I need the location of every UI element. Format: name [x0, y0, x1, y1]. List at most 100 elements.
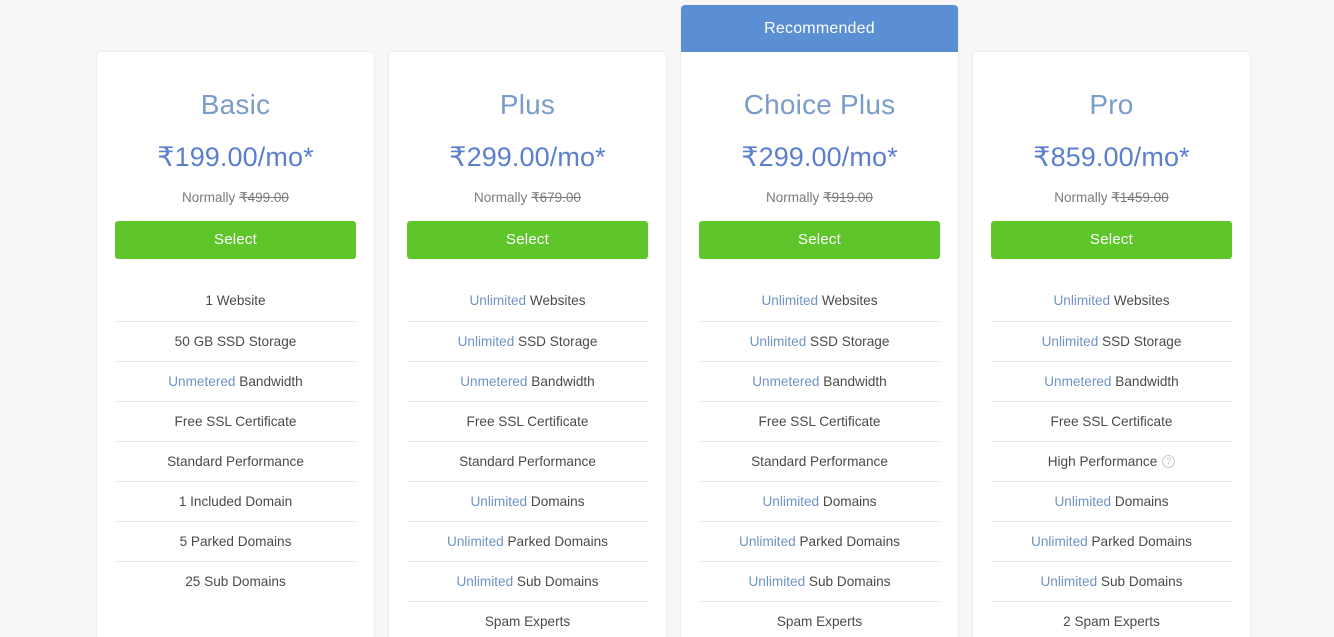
feature-highlight: Unlimited: [469, 292, 527, 308]
feature-label: Parked Domains: [795, 533, 900, 549]
feature-label: 5 Parked Domains: [179, 533, 292, 549]
plan-card: Basic ₹199.00/mo* Normally ₹499.00 Select 1 …: [97, 52, 374, 637]
feature-label: Free SSL Certificate: [1050, 413, 1173, 429]
normally-label: Normally: [1054, 190, 1108, 206]
feature-row: 1 Website: [115, 281, 356, 321]
feature-label: SSD Storage: [1098, 333, 1182, 349]
feature-row: 5 Parked Domains: [115, 520, 356, 561]
feature-label: Bandwidth: [235, 373, 303, 389]
original-price: ₹919.00: [823, 190, 873, 206]
feature-row: Unlimited Websites: [991, 281, 1232, 321]
feature-row: Unmetered Bandwidth: [699, 360, 940, 401]
feature-row: Unlimited Parked Domains: [699, 520, 940, 561]
feature-label: Sub Domains: [805, 573, 891, 589]
select-button[interactable]: Select: [407, 220, 648, 259]
feature-row: Unmetered Bandwidth: [407, 360, 648, 401]
feature-label: 1 Included Domain: [178, 493, 293, 509]
feature-row: Unlimited SSD Storage: [407, 320, 648, 361]
feature-highlight: Unmetered: [460, 373, 528, 389]
feature-label: Websites: [818, 292, 878, 308]
feature-row: Standard Performance: [115, 440, 356, 481]
plan-title: Basic: [200, 89, 271, 120]
feature-label: Websites: [1110, 292, 1170, 308]
select-button[interactable]: Select: [991, 220, 1232, 259]
feature-list: Unlimited Websites Unlimited SSD Storage U…: [699, 281, 940, 637]
feature-row: Unlimited Parked Domains: [407, 520, 648, 561]
feature-label: Free SSL Certificate: [758, 413, 881, 429]
feature-highlight: Unlimited: [739, 533, 796, 549]
feature-label: Standard Performance: [459, 453, 596, 469]
feature-highlight: Unlimited: [470, 493, 528, 509]
feature-highlight: Unlimited: [761, 292, 819, 308]
plan-card: Plus ₹299.00/mo* Normally ₹679.00 Select Unl…: [389, 52, 666, 637]
feature-row: Unlimited Sub Domains: [991, 560, 1232, 601]
feature-highlight: Unlimited: [1031, 533, 1088, 549]
feature-row: 2 Spam Experts: [991, 600, 1232, 637]
feature-list: 1 Website 50 GB SSD Storage Unmetered Band…: [115, 281, 356, 601]
feature-label: Websites: [526, 292, 586, 308]
feature-highlight: Unlimited: [749, 333, 807, 349]
original-price: ₹679.00: [531, 190, 581, 206]
feature-label: High Performance: [1047, 453, 1158, 469]
normally-label: Normally: [766, 190, 820, 206]
feature-row: Unlimited Parked Domains: [991, 520, 1232, 561]
help-icon[interactable]: ?: [1162, 454, 1176, 468]
feature-row: Free SSL Certificate: [407, 400, 648, 441]
feature-row: 50 GB SSD Storage: [115, 320, 356, 361]
feature-highlight: Unlimited: [1041, 333, 1099, 349]
feature-row: Standard Performance: [407, 440, 648, 481]
feature-label: 50 GB SSD Storage: [174, 333, 297, 349]
pricing-card-pro: RecommendedPro₹859.00/mo*Normally ₹1459.…: [973, 0, 1250, 637]
feature-label: Free SSL Certificate: [174, 413, 297, 429]
plan-normally-price: Normally ₹919.00: [699, 190, 940, 206]
feature-row: High Performance?: [991, 440, 1232, 481]
pricing-card-choice-plus: Recommended Choice Plus ₹299.00/mo* Normall…: [681, 0, 958, 637]
feature-row: Free SSL Certificate: [115, 400, 356, 441]
feature-label: Parked Domains: [503, 533, 608, 549]
feature-row: Spam Experts: [407, 600, 648, 637]
feature-label: 1 Website: [205, 292, 266, 308]
normally-label: Normally: [474, 190, 528, 206]
feature-label: 25 Sub Domains: [185, 573, 286, 589]
feature-highlight: Unlimited: [456, 573, 514, 589]
feature-label: Sub Domains: [513, 573, 599, 589]
feature-row: Unlimited Sub Domains: [699, 560, 940, 601]
original-price: ₹1459.00: [1111, 190, 1169, 206]
feature-label: SSD Storage: [806, 333, 890, 349]
pricing-card-basic: RecommendedBasic₹199.00/mo*Normally ₹499…: [97, 0, 374, 637]
feature-highlight: Unlimited: [447, 533, 504, 549]
plan-title: Pro: [1089, 89, 1134, 120]
feature-label: Free SSL Certificate: [466, 413, 589, 429]
feature-label: Spam Experts: [776, 613, 863, 629]
select-button[interactable]: Select: [699, 220, 940, 259]
feature-row: Unmetered Bandwidth: [991, 360, 1232, 401]
feature-highlight: Unlimited: [762, 493, 820, 509]
feature-row: Unmetered Bandwidth: [115, 360, 356, 401]
feature-label: SSD Storage: [514, 333, 598, 349]
plan-title: Plus: [499, 89, 556, 120]
feature-highlight: Unlimited: [1053, 292, 1111, 308]
plan-normally-price: Normally ₹499.00: [115, 190, 356, 206]
feature-label: Bandwidth: [1111, 373, 1179, 389]
feature-highlight: Unlimited: [1054, 493, 1112, 509]
pricing-card-plus: RecommendedPlus₹299.00/mo*Normally ₹679.…: [389, 0, 666, 637]
feature-label: 2 Spam Experts: [1063, 613, 1160, 629]
feature-highlight: Unmetered: [752, 373, 820, 389]
plan-price: ₹299.00/mo*: [449, 141, 606, 172]
feature-label: Domains: [527, 493, 585, 509]
feature-row: 25 Sub Domains: [115, 560, 356, 601]
plan-price: ₹199.00/mo*: [157, 141, 314, 172]
plan-price: ₹299.00/mo*: [741, 141, 898, 172]
recommended-badge: Recommended: [681, 5, 958, 53]
feature-label: Standard Performance: [167, 453, 304, 469]
select-button[interactable]: Select: [115, 220, 356, 259]
feature-highlight: Unmetered: [168, 373, 236, 389]
plan-normally-price: Normally ₹1459.00: [991, 190, 1232, 206]
feature-label: Sub Domains: [1097, 573, 1183, 589]
feature-row: Unlimited SSD Storage: [699, 320, 940, 361]
feature-row: Unlimited Sub Domains: [407, 560, 648, 601]
plan-card: Choice Plus ₹299.00/mo* Normally ₹919.00 Se…: [681, 52, 958, 637]
feature-list: Unlimited Websites Unlimited SSD Storage U…: [407, 281, 648, 637]
feature-label: Parked Domains: [1087, 533, 1192, 549]
feature-label: Bandwidth: [527, 373, 595, 389]
